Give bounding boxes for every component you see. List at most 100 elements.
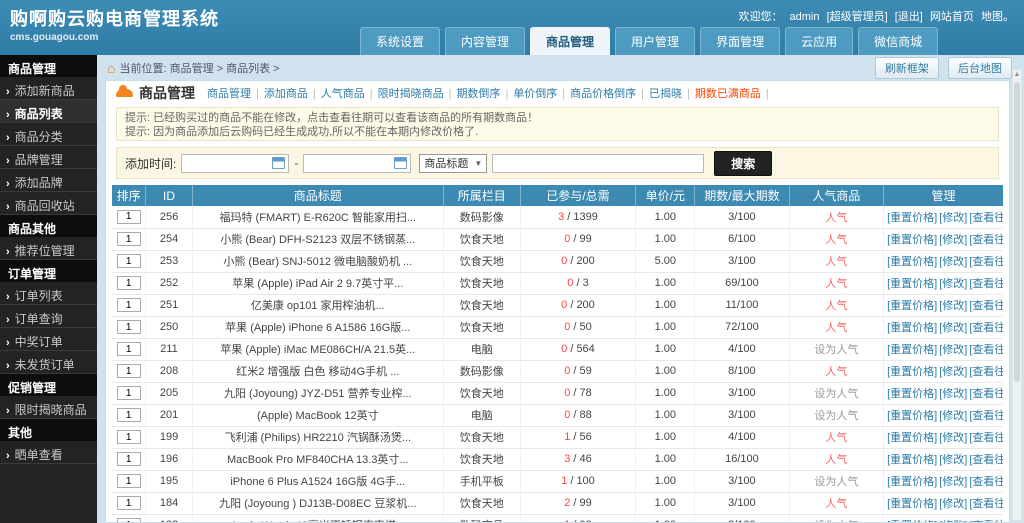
edit-link[interactable]: [修改] [939,498,967,510]
module-link-5[interactable]: 单价倒序 [513,88,557,100]
sort-input[interactable] [116,408,141,422]
calendar-icon[interactable] [272,157,286,169]
logout-link[interactable]: [退出] [895,11,923,23]
reset-price-link[interactable]: [重置价格] [887,256,937,268]
reset-price-link[interactable]: [重置价格] [887,498,937,510]
reset-price-link[interactable]: [重置价格] [887,234,937,246]
tab-main-5[interactable]: 云应用 [785,27,854,55]
reset-price-link[interactable]: [重置价格] [887,476,937,488]
sort-input[interactable] [116,209,141,224]
refresh-frame-button[interactable]: 刷新框架 [874,56,939,79]
module-link-2[interactable]: 人气商品 [321,88,365,100]
sidebar-item-2-2[interactable]: › 中奖订单 [0,328,97,351]
view-history-link[interactable]: [查看往期] [969,256,1003,268]
module-link-1[interactable]: 添加商品 [264,88,308,100]
sidebar-item-2-0[interactable]: › 订单列表 [0,282,97,305]
sort-input[interactable] [116,474,141,488]
set-hot-link[interactable]: 设为人气 [814,344,858,356]
tab-main-3[interactable]: 用户管理 [615,27,696,55]
edit-link[interactable]: [修改] [939,322,967,334]
reset-price-link[interactable]: [重置价格] [887,212,937,224]
edit-link[interactable]: [修改] [939,432,967,444]
sort-input[interactable] [116,496,141,510]
reset-price-link[interactable]: [重置价格] [887,388,937,400]
module-link-6[interactable]: 商品价格倒序 [570,88,636,100]
sidebar-item-2-3[interactable]: › 未发货订单 [0,351,97,374]
edit-link[interactable]: [修改] [939,410,967,422]
view-history-link[interactable]: [查看往期] [969,234,1003,246]
reset-price-link[interactable]: [重置价格] [887,300,937,312]
view-history-link[interactable]: [查看往期] [969,432,1003,444]
tab-main-2[interactable]: 商品管理 [530,27,611,55]
view-history-link[interactable]: [查看往期] [969,498,1003,510]
view-history-link[interactable]: [查看往期] [969,212,1003,224]
search-button[interactable]: 搜索 [714,150,773,176]
module-link-0[interactable]: 商品管理 [207,88,251,100]
edit-link[interactable]: [修改] [939,300,967,312]
edit-link[interactable]: [修改] [939,366,967,378]
edit-link[interactable]: [修改] [939,476,967,488]
view-history-link[interactable]: [查看往期] [969,322,1003,334]
reset-price-link[interactable]: [重置价格] [887,322,937,334]
sidebar-item-0-5[interactable]: › 商品回收站 [0,192,97,215]
set-hot-link[interactable]: 设为人气 [814,388,858,400]
edit-link[interactable]: [修改] [939,256,967,268]
edit-link[interactable]: [修改] [939,278,967,290]
sort-input[interactable] [116,386,141,400]
date-to-input[interactable] [303,153,412,173]
sidebar-item-3-0[interactable]: › 限时揭晓商品 [0,396,97,419]
sidebar-item-0-3[interactable]: › 品牌管理 [0,146,97,169]
module-link-8[interactable]: 期数已满商品 [695,88,761,100]
scrollbar[interactable]: ▲ [1012,69,1022,521]
reset-price-link[interactable]: [重置价格] [887,366,937,378]
edit-link[interactable]: [修改] [939,388,967,400]
edit-link[interactable]: [修改] [939,234,967,246]
sidebar-item-2-1[interactable]: › 订单查询 [0,305,97,328]
view-history-link[interactable]: [查看往期] [969,388,1003,400]
reset-price-link[interactable]: [重置价格] [887,278,937,290]
sitemap-link[interactable]: 地图。 [981,11,1014,23]
sidebar-item-0-4[interactable]: › 添加品牌 [0,169,97,192]
scroll-up-icon[interactable]: ▲ [1013,70,1021,80]
backend-map-button[interactable]: 后台地图 [948,56,1012,79]
calendar-icon[interactable] [394,157,408,169]
sidebar-item-4-0[interactable]: › 晒单查看 [0,441,97,464]
date-from-input[interactable] [181,153,290,173]
view-history-link[interactable]: [查看往期] [969,454,1003,466]
sort-input[interactable] [116,364,141,378]
reset-price-link[interactable]: [重置价格] [887,344,937,356]
tab-main-0[interactable]: 系统设置 [360,27,441,55]
view-history-link[interactable]: [查看往期] [969,366,1003,378]
sidebar-item-1-0[interactable]: › 推荐位管理 [0,237,97,260]
sort-input[interactable] [116,320,141,334]
tab-main-4[interactable]: 界面管理 [700,27,781,55]
sort-input[interactable] [116,254,141,268]
module-link-4[interactable]: 期数倒序 [456,88,500,100]
sidebar-item-0-0[interactable]: › 添加新商品 [0,77,97,100]
sort-input[interactable] [116,298,141,312]
module-link-3[interactable]: 限时揭晓商品 [378,88,444,100]
view-history-link[interactable]: [查看往期] [969,410,1003,422]
edit-link[interactable]: [修改] [939,212,967,224]
tab-main-1[interactable]: 内容管理 [445,27,526,55]
set-hot-link[interactable]: 设为人气 [814,476,858,488]
view-history-link[interactable]: [查看往期] [969,476,1003,488]
sort-input[interactable] [116,276,141,290]
reset-price-link[interactable]: [重置价格] [887,454,937,466]
tab-main-6[interactable]: 微信商城 [858,27,939,55]
scrollbar-thumb[interactable] [1014,82,1020,382]
edit-link[interactable]: [修改] [939,454,967,466]
sidebar-item-0-1[interactable]: › 商品列表 [0,100,97,123]
view-history-link[interactable]: [查看往期] [969,300,1003,312]
view-history-link[interactable]: [查看往期] [969,278,1003,290]
sidebar-item-0-2[interactable]: › 商品分类 [0,123,97,146]
edit-link[interactable]: [修改] [939,344,967,356]
sort-input[interactable] [116,232,141,246]
search-keyword-input[interactable] [492,153,705,173]
module-link-7[interactable]: 已揭晓 [649,88,682,100]
search-field-select[interactable]: 商品标题 ▼ [419,153,488,173]
sort-input[interactable] [116,430,141,444]
view-history-link[interactable]: [查看往期] [969,344,1003,356]
set-hot-link[interactable]: 设为人气 [814,410,858,422]
sort-input[interactable] [116,342,141,356]
